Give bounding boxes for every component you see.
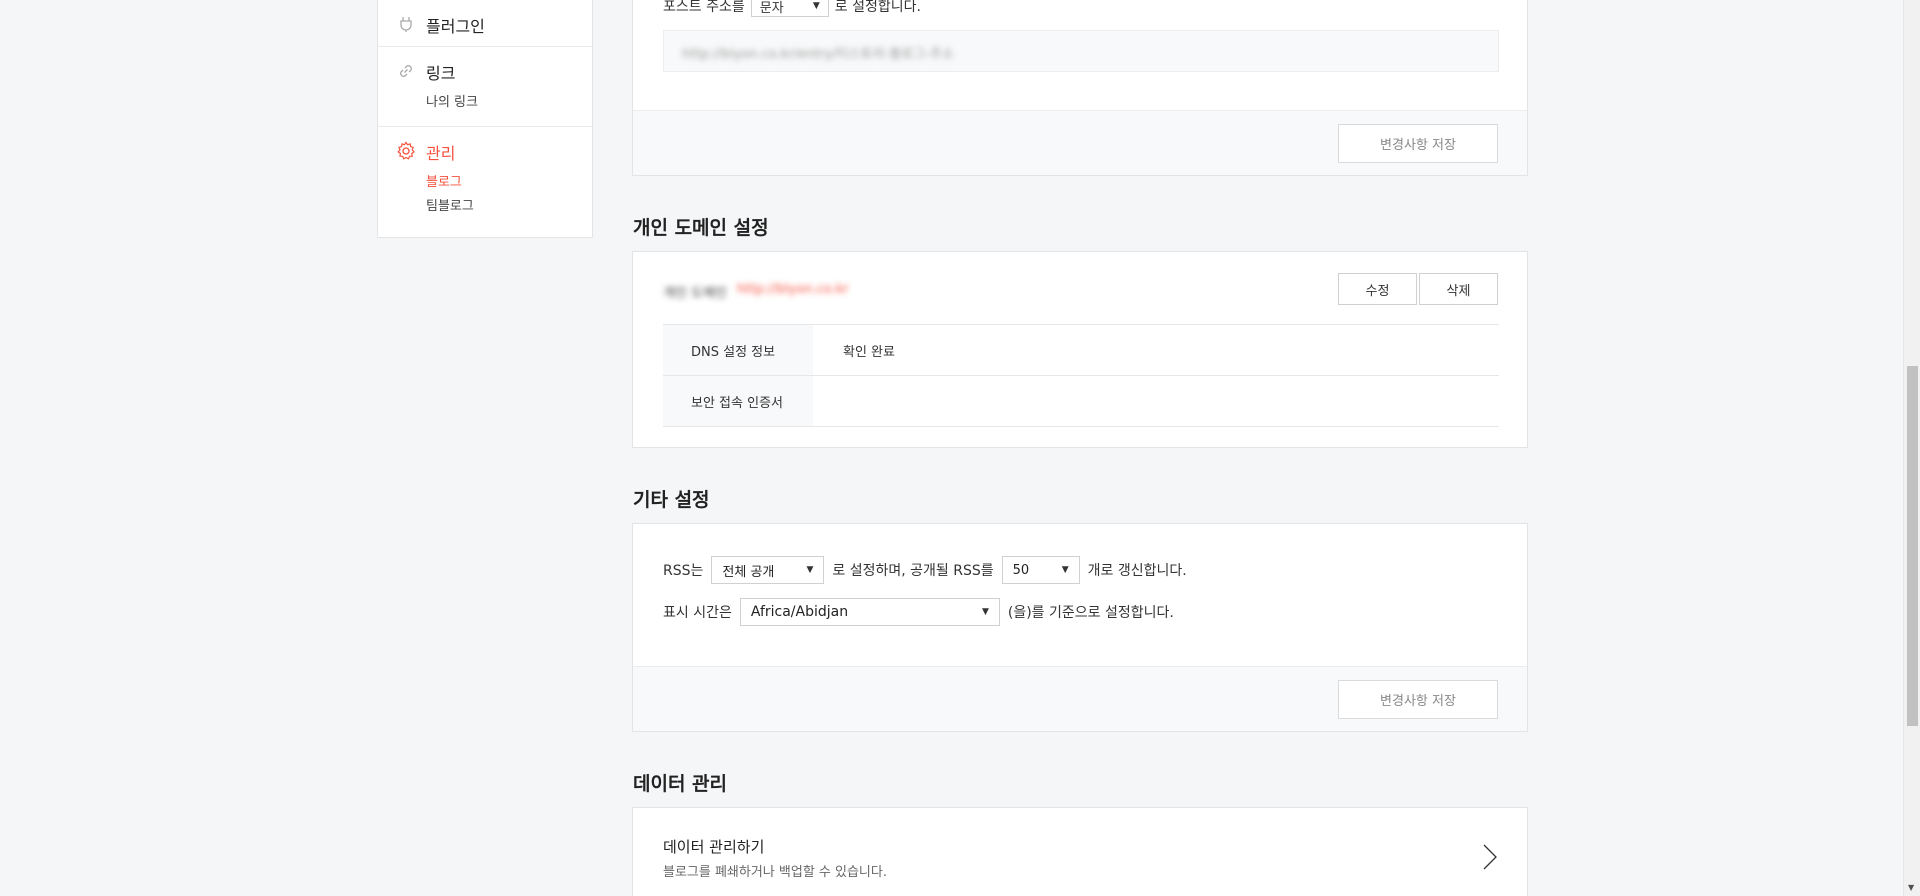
gear-icon xyxy=(397,141,415,160)
rss-visibility-select[interactable]: 전체 공개 ▼ xyxy=(711,556,825,584)
rss-line: RSS는 전체 공개 ▼ 로 설정하며, 공개될 RSS를 50 ▼ 개로 갱신… xyxy=(663,556,1187,584)
page-scrollbar[interactable]: ▼ xyxy=(1903,0,1920,896)
table-cell: 확인 완료 xyxy=(843,344,895,360)
card-footer: 변경사항 저장 xyxy=(633,110,1527,175)
sidebar: 플러그인 링크 나의 링크 관리 블로그 팀블로그 xyxy=(377,0,593,238)
timezone-select[interactable]: Africa/Abidjan ▼ xyxy=(739,598,1000,626)
card-footer: 변경사항 저장 xyxy=(633,666,1527,731)
post-address-select[interactable]: 문자 ▼ xyxy=(750,0,829,17)
save-button[interactable]: 변경사항 저장 xyxy=(1338,680,1498,719)
scroll-down-icon[interactable]: ▼ xyxy=(1908,883,1914,892)
post-address-card: 포스트 주소를 문자 ▼ 로 설정합니다. http://blyon.co.kr… xyxy=(632,0,1528,176)
table-row: DNS 설정 정보 확인 완료 xyxy=(663,325,1499,376)
sidebar-item-manage[interactable]: 관리 블로그 팀블로그 xyxy=(378,127,592,239)
select-value: 50 xyxy=(1012,562,1030,578)
table-row: 보안 접속 인증서 xyxy=(663,376,1499,427)
domain-card: 개인 도메인 http://blyon.co.kr 수정 삭제 DNS 설정 정… xyxy=(632,251,1528,448)
select-value: 전체 공개 xyxy=(722,564,775,580)
section-title-data: 데이터 관리 xyxy=(633,773,728,795)
select-value: Africa/Abidjan xyxy=(750,604,849,620)
rss-suffix: 개로 갱신합니다. xyxy=(1087,563,1187,579)
sidebar-item-label: 플러그인 xyxy=(426,17,485,36)
delete-button[interactable]: 삭제 xyxy=(1419,273,1498,305)
save-button[interactable]: 변경사항 저장 xyxy=(1338,124,1498,163)
table-header-cell: DNS 설정 정보 xyxy=(663,325,813,375)
rss-middle: 로 설정하며, 공개될 RSS를 xyxy=(832,563,994,579)
section-title-domain: 개인 도메인 설정 xyxy=(633,217,769,239)
post-address-line: 포스트 주소를 문자 ▼ 로 설정합니다. xyxy=(663,0,921,17)
sidebar-subitem-teamblog[interactable]: 팀블로그 xyxy=(426,195,474,214)
time-prefix: 표시 시간은 xyxy=(663,605,732,621)
rss-count-select[interactable]: 50 ▼ xyxy=(1001,556,1080,584)
sidebar-item-link[interactable]: 링크 나의 링크 xyxy=(378,47,592,127)
dns-table: DNS 설정 정보 확인 완료 보안 접속 인증서 xyxy=(663,324,1499,427)
sidebar-item-label: 링크 xyxy=(426,64,456,83)
caret-down-icon: ▼ xyxy=(1061,565,1069,575)
sidebar-subitem-my-link[interactable]: 나의 링크 xyxy=(426,91,478,110)
link-icon xyxy=(400,65,412,77)
select-value: 문자 xyxy=(759,0,784,16)
caret-down-icon: ▼ xyxy=(981,607,989,617)
url-preview: http://blyon.co.kr/entry/티스토리-블로그-주소 xyxy=(682,47,954,62)
sidebar-subitem-blog[interactable]: 블로그 xyxy=(426,171,462,190)
edit-button[interactable]: 수정 xyxy=(1338,273,1417,305)
domain-label: 개인 도메인 xyxy=(663,286,727,301)
scrollbar-thumb[interactable] xyxy=(1907,366,1918,726)
table-header-cell: 보안 접속 인증서 xyxy=(663,376,813,426)
other-settings-card: RSS는 전체 공개 ▼ 로 설정하며, 공개될 RSS를 50 ▼ 개로 갱신… xyxy=(632,523,1528,732)
plug-icon xyxy=(400,17,412,32)
post-address-suffix: 로 설정합니다. xyxy=(834,0,921,15)
time-suffix: (을)를 기준으로 설정합니다. xyxy=(1007,605,1174,621)
data-management-title: 데이터 관리하기 xyxy=(663,838,765,856)
sidebar-item-label: 관리 xyxy=(426,144,456,163)
url-preview-box: http://blyon.co.kr/entry/티스토리-블로그-주소 xyxy=(663,30,1499,72)
domain-value[interactable]: http://blyon.co.kr xyxy=(737,282,849,301)
section-title-other: 기타 설정 xyxy=(633,489,710,511)
data-management-desc: 블로그를 폐쇄하거나 백업할 수 있습니다. xyxy=(663,865,887,880)
table-cell xyxy=(813,376,1499,426)
data-management-card[interactable]: 데이터 관리하기 블로그를 폐쇄하거나 백업할 수 있습니다. xyxy=(632,807,1528,896)
caret-down-icon: ▼ xyxy=(812,1,820,11)
chevron-right-icon xyxy=(1483,844,1497,870)
caret-down-icon: ▼ xyxy=(806,565,814,575)
domain-header: 개인 도메인 http://blyon.co.kr xyxy=(663,282,849,301)
rss-prefix: RSS는 xyxy=(663,563,704,579)
timezone-line: 표시 시간은 Africa/Abidjan ▼ (을)를 기준으로 설정합니다. xyxy=(663,598,1174,626)
sidebar-item-plugin[interactable]: 플러그인 xyxy=(378,1,592,47)
post-address-prefix: 포스트 주소를 xyxy=(663,0,745,15)
